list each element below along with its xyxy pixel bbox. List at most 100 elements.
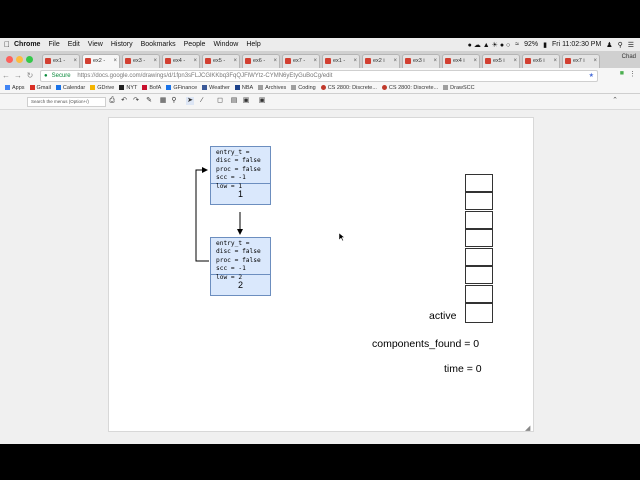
tab-ex5-b[interactable]: ex5 i × — [482, 54, 520, 68]
wifi-icon[interactable]: ≈ — [515, 41, 519, 48]
close-icon[interactable]: × — [593, 55, 597, 68]
image-icon[interactable]: ▣ — [242, 97, 250, 105]
clock[interactable]: Fri 11:02:30 PM — [552, 41, 601, 48]
close-icon[interactable]: × — [393, 55, 397, 68]
bookmark-calendar[interactable]: Calendar — [55, 84, 86, 91]
reload-icon[interactable]: ↻ — [24, 71, 36, 80]
battery-icon[interactable]: ▮ — [543, 41, 547, 49]
tab-ex6[interactable]: ex6 - × — [242, 54, 280, 68]
zoom-icon[interactable]: ⚲ — [170, 97, 178, 105]
close-icon[interactable]: × — [73, 55, 77, 68]
menu-edit[interactable]: Edit — [68, 41, 80, 48]
stack-cell[interactable] — [465, 266, 493, 284]
line-icon[interactable]: ∕ — [198, 97, 206, 105]
tab-ex4-b[interactable]: ex4 i × — [442, 54, 480, 68]
stack-cell[interactable] — [465, 211, 493, 229]
time-label[interactable]: time = 0 — [444, 363, 482, 375]
tab-ex1[interactable]: ex1 - × — [42, 54, 80, 68]
collapse-toolbar-icon[interactable]: ⌃ — [612, 96, 618, 104]
comment-icon[interactable]: ▣ — [258, 97, 266, 105]
tab-ex7-b[interactable]: ex7 i × — [562, 54, 600, 68]
user-icon[interactable]: ♟ — [606, 41, 612, 49]
redo-icon[interactable]: ↷ — [132, 97, 140, 105]
window-close-button[interactable] — [6, 56, 13, 63]
print-icon[interactable]: ⎙ — [108, 97, 116, 105]
bookmark-nba[interactable]: NBA — [234, 85, 253, 91]
tab-ex3-b[interactable]: ex3 i × — [402, 54, 440, 68]
apple-menu-icon[interactable]:  — [0, 40, 14, 49]
graph-node-1[interactable]: entry_t = disc = false proc = false scc … — [210, 146, 271, 205]
bookmark-apps[interactable]: Apps — [5, 85, 25, 91]
bookmark-bofa[interactable]: BofA — [142, 85, 161, 91]
close-icon[interactable]: × — [233, 55, 237, 68]
bookmark-star-icon[interactable]: ★ — [589, 71, 594, 81]
bookmark-coding[interactable]: Coding — [291, 85, 316, 91]
forward-icon[interactable]: → — [12, 71, 24, 80]
close-icon[interactable]: × — [513, 55, 517, 68]
zoom-fit-icon[interactable]: ▦ — [159, 97, 167, 105]
bookmark-gmail[interactable]: Gmail — [29, 85, 51, 91]
close-icon[interactable]: × — [193, 55, 197, 68]
stack-cell[interactable] — [465, 303, 493, 323]
close-icon[interactable]: × — [353, 55, 357, 68]
select-arrow-icon[interactable]: ➤ — [186, 97, 194, 105]
menu-view[interactable]: View — [88, 41, 103, 48]
tab-ex2[interactable]: ex2 - × — [82, 54, 120, 68]
active-label[interactable]: active — [429, 310, 456, 322]
chrome-menu-icon[interactable]: ⋮ — [629, 70, 636, 78]
tab-ex5[interactable]: ex5 - × — [202, 54, 240, 68]
drawing-icon — [485, 58, 491, 64]
bookmark-drawscc[interactable]: DrawSCC — [443, 85, 475, 91]
spotlight-icon[interactable]: ⚲ — [618, 41, 623, 49]
graph-node-2[interactable]: entry_t = disc = false proc = false scc … — [210, 237, 271, 296]
stack-cell[interactable] — [465, 192, 493, 210]
stack-cell[interactable] — [465, 174, 493, 192]
menu-bookmarks[interactable]: Bookmarks — [141, 41, 176, 48]
menu-history[interactable]: History — [111, 41, 133, 48]
shape-icon[interactable]: ◻ — [216, 97, 224, 105]
bookmark-gfinance[interactable]: GFinance — [166, 85, 197, 91]
tab-ex7[interactable]: ex7 - × — [282, 54, 320, 68]
tab-ex4[interactable]: ex4 - × — [162, 54, 200, 68]
extension-icon[interactable]: ■ — [620, 70, 624, 78]
menu-app-name[interactable]: Chrome — [14, 41, 40, 48]
menu-people[interactable]: People — [184, 41, 206, 48]
components-found-label[interactable]: components_found = 0 — [372, 338, 479, 350]
menu-window[interactable]: Window — [213, 41, 238, 48]
undo-icon[interactable]: ↶ — [120, 97, 128, 105]
stack-cell[interactable] — [465, 285, 493, 303]
window-zoom-button[interactable] — [26, 56, 33, 63]
bookmark-cs2800-a[interactable]: CS 2800: Discrete... — [320, 85, 377, 91]
close-icon[interactable]: × — [113, 55, 117, 68]
close-icon[interactable]: × — [313, 55, 317, 68]
close-icon[interactable]: × — [433, 55, 437, 68]
close-icon[interactable]: × — [153, 55, 157, 68]
bookmark-archives[interactable]: Archives — [258, 85, 286, 91]
paint-format-icon[interactable]: ✎ — [145, 97, 153, 105]
stack-cell[interactable] — [465, 229, 493, 247]
back-icon[interactable]: ← — [0, 71, 12, 80]
tab-ex3[interactable]: ex3 - × — [122, 54, 160, 68]
menu-file[interactable]: File — [48, 41, 59, 48]
textbox-icon[interactable]: ▤ — [230, 97, 238, 105]
resize-handle-icon[interactable]: ◢ — [525, 424, 530, 432]
close-icon[interactable]: × — [553, 55, 557, 68]
tab-ex2-b[interactable]: ex2 i × — [362, 54, 400, 68]
tab-ex6-b[interactable]: ex6 i × — [522, 54, 560, 68]
profile-name[interactable]: Chad — [622, 54, 636, 60]
bookmark-label: Calendar — [62, 84, 86, 91]
bookmark-nyt[interactable]: NYT — [119, 85, 137, 91]
bookmark-gdrive[interactable]: GDrive — [90, 85, 114, 91]
stack-cell[interactable] — [465, 248, 493, 266]
window-minimize-button[interactable] — [16, 56, 23, 63]
status-icons[interactable]: ● ☁ ▲ ☀ ● ○ — [468, 41, 511, 49]
tab-ex1-b[interactable]: ex1 - × — [322, 54, 360, 68]
bookmark-cs2800-b[interactable]: CS 2800: Discrete... — [381, 85, 438, 91]
menu-search-input[interactable]: Search the menus (Option+/) — [27, 97, 106, 107]
menu-help[interactable]: Help — [246, 41, 260, 48]
close-icon[interactable]: × — [273, 55, 277, 68]
bookmark-weather[interactable]: Weather — [202, 85, 230, 91]
close-icon[interactable]: × — [473, 55, 477, 68]
notification-center-icon[interactable]: ☰ — [628, 41, 634, 49]
address-bar[interactable]: ● Secure https://docs.google.com/drawings… — [40, 70, 598, 82]
